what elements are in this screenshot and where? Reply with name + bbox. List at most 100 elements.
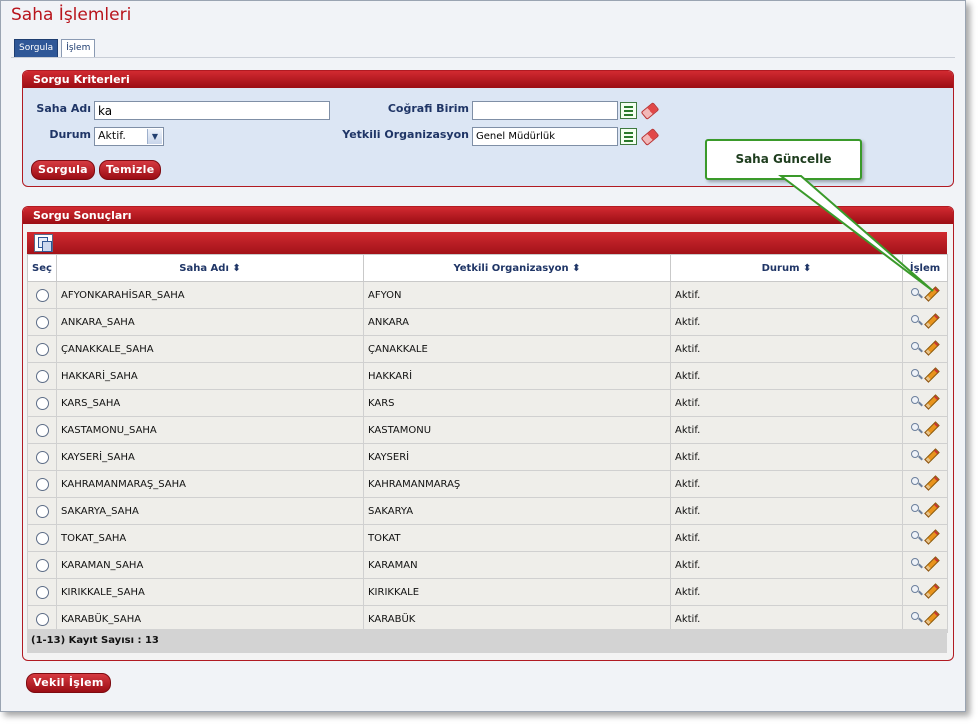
cell-durum: Aktif. xyxy=(670,308,903,336)
cell-saha-adi: KARS_SAHA xyxy=(56,389,364,417)
cografi-birim-label: Coğrafi Birim xyxy=(387,102,469,115)
vekil-islem-button[interactable]: Vekil İşlem xyxy=(26,673,111,693)
durum-label: Durum xyxy=(49,128,91,141)
temizle-button[interactable]: Temizle xyxy=(99,160,162,180)
view-icon[interactable] xyxy=(910,585,922,596)
row-radio[interactable] xyxy=(35,423,49,437)
eraser-icon[interactable] xyxy=(640,128,660,146)
view-icon[interactable] xyxy=(910,558,922,569)
table-row: SAKARYA_SAHA SAKARYA Aktif. xyxy=(27,497,948,525)
view-icon[interactable] xyxy=(910,423,922,434)
table-row: KASTAMONU_SAHA KASTAMONU Aktif. xyxy=(27,416,948,444)
row-radio[interactable] xyxy=(35,558,49,572)
row-radio[interactable] xyxy=(35,477,49,491)
yetkili-org-input[interactable] xyxy=(472,127,618,146)
edit-icon[interactable] xyxy=(923,501,940,518)
saha-adi-input[interactable] xyxy=(94,101,330,120)
row-select-cell xyxy=(27,281,57,309)
edit-icon[interactable] xyxy=(923,393,940,410)
cell-saha-adi: TOKAT_SAHA xyxy=(56,524,364,552)
edit-icon[interactable] xyxy=(923,474,940,491)
row-select-cell xyxy=(27,578,57,606)
edit-icon[interactable] xyxy=(923,366,940,383)
cell-durum: Aktif. xyxy=(670,443,903,471)
list-select-icon[interactable] xyxy=(620,128,637,145)
row-radio[interactable] xyxy=(35,585,49,599)
cell-islem xyxy=(902,362,948,390)
cell-saha-adi: SAKARYA_SAHA xyxy=(56,497,364,525)
edit-icon[interactable] xyxy=(923,339,940,356)
eraser-icon[interactable] xyxy=(640,102,660,120)
cell-saha-adi: KARAMAN_SAHA xyxy=(56,551,364,579)
results-table: Seç Saha Adı ⬍ Yetkili Organizasyon ⬍ Du… xyxy=(27,254,948,633)
view-icon[interactable] xyxy=(910,342,922,353)
cell-islem xyxy=(902,389,948,417)
results-panel: Sorgu Sonuçları Seç Saha Adı ⬍ Yetkili O… xyxy=(22,206,954,661)
cell-durum: Aktif. xyxy=(670,335,903,363)
edit-icon[interactable] xyxy=(923,609,940,626)
list-select-icon[interactable] xyxy=(620,102,637,119)
page-title: Saha İşlemleri xyxy=(11,5,132,25)
view-icon[interactable] xyxy=(910,288,922,299)
cell-islem xyxy=(902,578,948,606)
row-radio[interactable] xyxy=(35,396,49,410)
row-radio[interactable] xyxy=(35,531,49,545)
row-radio[interactable] xyxy=(35,450,49,464)
edit-icon[interactable] xyxy=(923,528,940,545)
edit-icon[interactable] xyxy=(923,285,940,302)
table-row: ÇANAKKALE_SAHA ÇANAKKALE Aktif. xyxy=(27,335,948,363)
view-icon[interactable] xyxy=(910,477,922,488)
tab-sorgula[interactable]: Sorgula xyxy=(14,39,59,58)
cell-saha-adi: AFYONKARAHİSAR_SAHA xyxy=(56,281,364,309)
edit-icon[interactable] xyxy=(923,582,940,599)
copy-icon[interactable] xyxy=(34,234,53,252)
edit-icon[interactable] xyxy=(923,555,940,572)
cografi-birim-input[interactable] xyxy=(472,101,618,120)
row-radio[interactable] xyxy=(35,369,49,383)
table-row: TOKAT_SAHA TOKAT Aktif. xyxy=(27,524,948,552)
table-row: AFYONKARAHİSAR_SAHA AFYON Aktif. xyxy=(27,281,948,309)
cell-yetkili-org: KARAMAN xyxy=(363,551,671,579)
cell-islem xyxy=(902,281,948,309)
edit-icon[interactable] xyxy=(923,312,940,329)
row-radio[interactable] xyxy=(35,612,49,626)
column-header-durum[interactable]: Durum ⬍ xyxy=(670,254,903,282)
edit-icon[interactable] xyxy=(923,420,940,437)
table-row: HAKKARİ_SAHA HAKKARİ Aktif. xyxy=(27,362,948,390)
view-icon[interactable] xyxy=(910,531,922,542)
view-icon[interactable] xyxy=(910,450,922,461)
table-row: KIRIKKALE_SAHA KIRIKKALE Aktif. xyxy=(27,578,948,606)
cell-durum: Aktif. xyxy=(670,389,903,417)
cell-saha-adi: ÇANAKKALE_SAHA xyxy=(56,335,364,363)
column-header-saha-adi[interactable]: Saha Adı ⬍ xyxy=(56,254,364,282)
view-icon[interactable] xyxy=(910,504,922,515)
cell-islem xyxy=(902,497,948,525)
edit-icon[interactable] xyxy=(923,447,940,464)
row-radio[interactable] xyxy=(35,288,49,302)
row-select-cell xyxy=(27,389,57,417)
cell-yetkili-org: KAYSERİ xyxy=(363,443,671,471)
window-frame: Saha İşlemleri Sorgula İşlem Sorgu Krite… xyxy=(0,0,966,712)
view-icon[interactable] xyxy=(910,315,922,326)
results-header: Sorgu Sonuçları xyxy=(23,207,953,224)
durum-select[interactable]: Aktif. ▼ xyxy=(94,127,164,146)
cell-islem xyxy=(902,335,948,363)
view-icon[interactable] xyxy=(910,369,922,380)
view-icon[interactable] xyxy=(910,396,922,407)
yetkili-org-label: Yetkili Organizasyon xyxy=(342,128,469,141)
row-radio[interactable] xyxy=(35,342,49,356)
criteria-header: Sorgu Kriterleri xyxy=(23,71,953,88)
table-row: KARAMAN_SAHA KARAMAN Aktif. xyxy=(27,551,948,579)
cell-yetkili-org: KARS xyxy=(363,389,671,417)
callout-tooltip: Saha Güncelle xyxy=(705,139,862,180)
view-icon[interactable] xyxy=(910,612,922,623)
table-row: ANKARA_SAHA ANKARA Aktif. xyxy=(27,308,948,336)
column-header-yetkili-org[interactable]: Yetkili Organizasyon ⬍ xyxy=(363,254,671,282)
cell-yetkili-org: ÇANAKKALE xyxy=(363,335,671,363)
sorgula-button[interactable]: Sorgula xyxy=(31,160,95,180)
tab-islem[interactable]: İşlem xyxy=(61,39,96,58)
cell-yetkili-org: AFYON xyxy=(363,281,671,309)
cell-yetkili-org: SAKARYA xyxy=(363,497,671,525)
row-radio[interactable] xyxy=(35,504,49,518)
row-radio[interactable] xyxy=(35,315,49,329)
